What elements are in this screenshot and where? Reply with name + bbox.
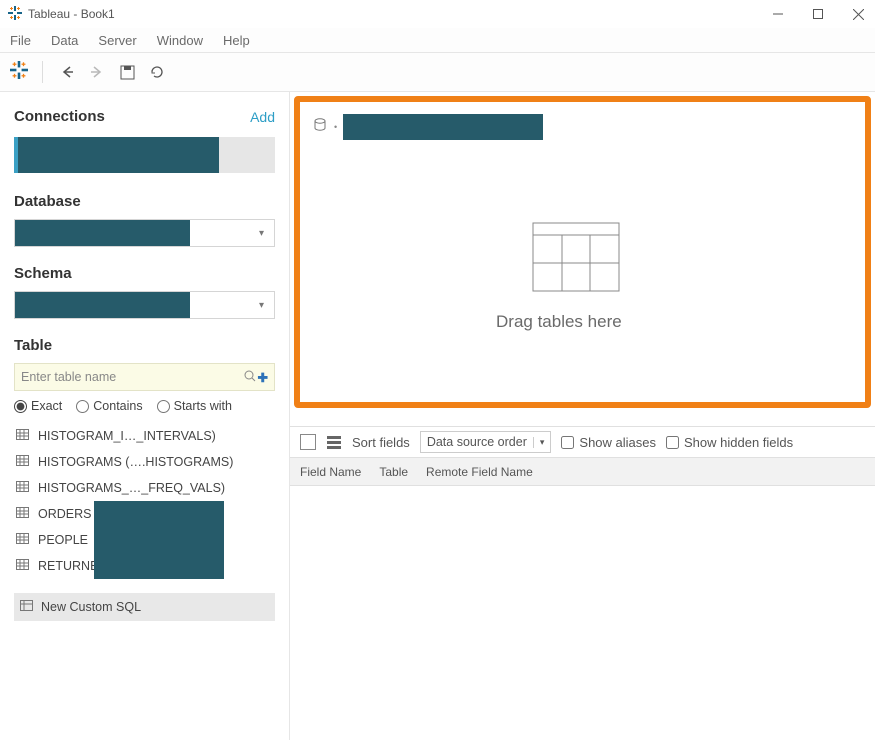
left-sidebar: Connections Add Database ▾ Schema ▾ Tabl… <box>0 92 290 740</box>
col-field-name[interactable]: Field Name <box>300 465 361 479</box>
table-list: HISTOGRAM_I…_INTERVALS) HISTOGRAMS (….HI… <box>14 423 275 579</box>
menu-help[interactable]: Help <box>223 33 250 48</box>
table-icon <box>16 455 30 469</box>
schema-dropdown[interactable]: ▾ <box>14 291 275 319</box>
drop-hint-text: Drag tables here <box>496 312 596 332</box>
col-remote-field-name[interactable]: Remote Field Name <box>426 465 533 479</box>
window-title: Tableau - Book1 <box>28 7 115 21</box>
column-headers: Field Name Table Remote Field Name <box>290 458 875 486</box>
chevron-down-icon: ▾ <box>259 228 274 239</box>
add-icon[interactable]: ✚ <box>258 370 268 385</box>
table-row[interactable]: HISTOGRAMS_…_FREQ_VALS) <box>14 475 275 501</box>
menu-data[interactable]: Data <box>51 33 78 48</box>
app-logo-icon <box>8 6 22 23</box>
menu-window[interactable]: Window <box>157 33 203 48</box>
canvas-area: • Drag tables here Sort fields Data sour… <box>290 92 875 740</box>
grid-view-icon[interactable] <box>300 434 316 450</box>
maximize-button[interactable] <box>807 3 829 25</box>
back-button[interactable] <box>57 62 77 82</box>
minimize-button[interactable] <box>767 3 789 25</box>
title-bar: Tableau - Book1 <box>0 0 875 28</box>
table-row[interactable]: HISTOGRAM_I…_INTERVALS) <box>14 423 275 449</box>
table-placeholder-icon <box>532 222 620 292</box>
table-icon <box>16 429 30 443</box>
datasource-icon <box>312 117 328 138</box>
add-connection-link[interactable]: Add <box>250 109 275 125</box>
sql-icon <box>20 600 33 614</box>
field-options-bar: Sort fields Data source order ▾ Show ali… <box>290 426 875 458</box>
search-placeholder: Enter table name <box>21 370 116 384</box>
save-button[interactable] <box>117 62 137 82</box>
close-button[interactable] <box>847 3 869 25</box>
table-icon <box>16 507 30 521</box>
divider <box>42 61 43 83</box>
chevron-down-icon: ▾ <box>533 437 545 448</box>
list-view-icon[interactable] <box>326 434 342 450</box>
new-custom-sql-button[interactable]: New Custom SQL <box>14 593 275 621</box>
redacted-region <box>94 501 224 579</box>
sort-fields-label: Sort fields <box>352 435 410 450</box>
menu-file[interactable]: File <box>10 33 31 48</box>
chevron-down-icon: ▾ <box>259 300 274 311</box>
dot-icon: • <box>334 122 337 132</box>
forward-button[interactable] <box>87 62 107 82</box>
table-heading: Table <box>14 337 52 354</box>
table-icon <box>16 533 30 547</box>
schema-heading: Schema <box>14 265 72 282</box>
radio-starts-with[interactable]: Starts with <box>157 399 232 413</box>
menu-bar: File Data Server Window Help <box>0 28 875 52</box>
table-icon <box>16 481 30 495</box>
table-row[interactable]: HISTOGRAMS (….HISTOGRAMS) <box>14 449 275 475</box>
show-aliases-checkbox[interactable]: Show aliases <box>561 435 656 450</box>
table-search-input[interactable]: Enter table name ✚ <box>14 363 275 391</box>
connection-item[interactable] <box>14 137 275 173</box>
col-table[interactable]: Table <box>379 465 408 479</box>
database-dropdown[interactable]: ▾ <box>14 219 275 247</box>
tableau-logo-icon[interactable] <box>10 61 28 84</box>
menu-server[interactable]: Server <box>98 33 136 48</box>
sort-fields-dropdown[interactable]: Data source order ▾ <box>420 431 552 453</box>
redacted-region <box>343 114 543 140</box>
radio-contains[interactable]: Contains <box>76 399 142 413</box>
table-search-mode: Exact Contains Starts with <box>14 399 275 413</box>
refresh-button[interactable] <box>147 62 167 82</box>
radio-exact[interactable]: Exact <box>14 399 62 413</box>
search-icon[interactable] <box>244 370 256 385</box>
connections-heading: Connections <box>14 108 105 125</box>
show-hidden-fields-checkbox[interactable]: Show hidden fields <box>666 435 793 450</box>
database-heading: Database <box>14 193 81 210</box>
table-icon <box>16 559 30 573</box>
toolbar <box>0 52 875 92</box>
drop-tables-area[interactable]: Drag tables here <box>526 222 626 332</box>
